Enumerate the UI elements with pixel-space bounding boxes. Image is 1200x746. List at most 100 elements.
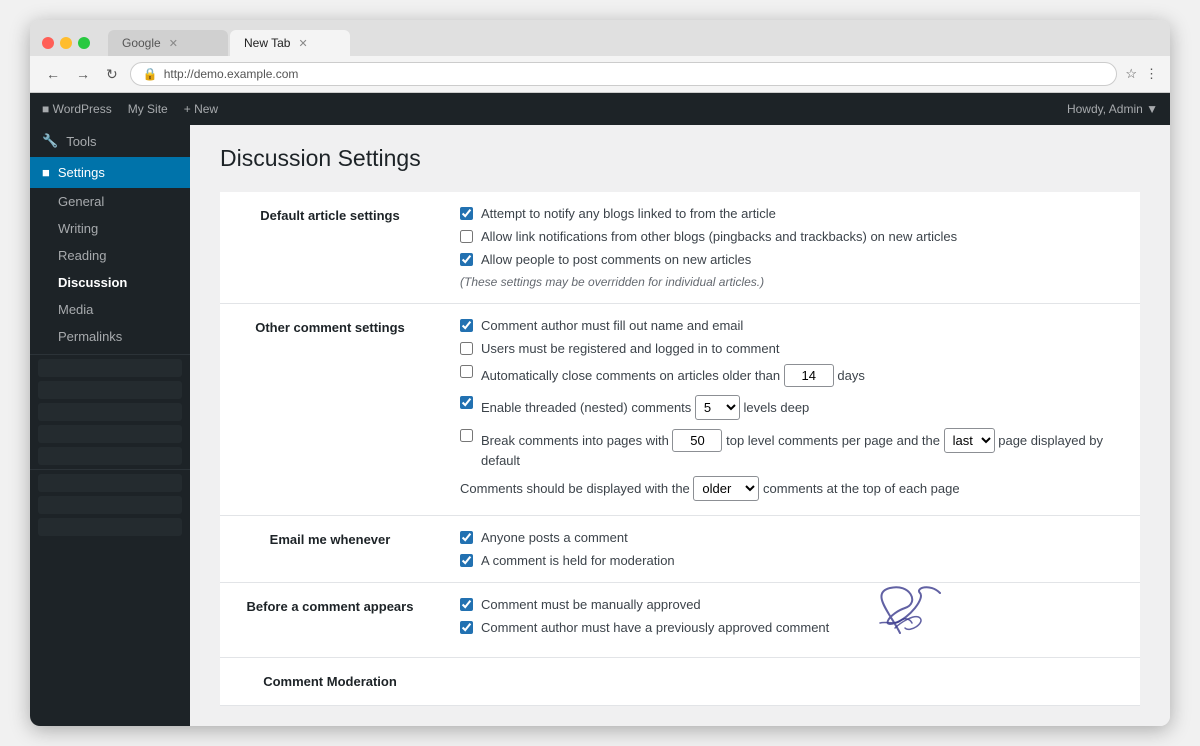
sidebar-item-settings[interactable]: ■ Settings: [30, 157, 190, 188]
checkbox-registered-users-input[interactable]: [460, 342, 473, 355]
checkbox-registered-users: Users must be registered and logged in t…: [460, 341, 1120, 356]
sidebar-sub-media[interactable]: Media: [30, 296, 190, 323]
sidebar-sub-general[interactable]: General: [30, 188, 190, 215]
tab-newtab[interactable]: New Tab ✕: [230, 30, 350, 56]
settings-table: Default article settings Attempt to noti…: [220, 192, 1140, 706]
sidebar-blurred-8: [38, 518, 182, 536]
checkbox-anyone-posts-input[interactable]: [460, 531, 473, 544]
checkbox-break-pages-label: Break comments into pages with top level…: [481, 428, 1120, 468]
bookmark-icon[interactable]: ☆: [1125, 66, 1137, 82]
comments-per-page-input[interactable]: [672, 429, 722, 452]
adminbar-account[interactable]: Howdy, Admin ▼: [1067, 102, 1158, 116]
checkbox-held-moderation-label: A comment is held for moderation: [481, 553, 675, 568]
checkbox-auto-close-label: Automatically close comments on articles…: [481, 364, 865, 387]
checkbox-author-name-email-label: Comment author must fill out name and em…: [481, 318, 743, 333]
section-before-comment: Before a comment appears Comment must be…: [220, 583, 1140, 658]
label-other-comment: Other comment settings: [220, 304, 440, 516]
adminbar-new[interactable]: + New: [184, 102, 218, 116]
checkbox-held-moderation: A comment is held for moderation: [460, 553, 1120, 568]
address-text: http://demo.example.com: [164, 67, 299, 81]
reload-button[interactable]: ↻: [102, 64, 122, 85]
content-default-article: Attempt to notify any blogs linked to fr…: [440, 192, 1140, 304]
auto-close-days-input[interactable]: [784, 364, 834, 387]
sidebar-sub-discussion[interactable]: Discussion: [30, 269, 190, 296]
threaded-level-select[interactable]: 12345 678910: [695, 395, 740, 420]
wp-wrapper: 🔧 Tools ■ Settings General Writing Readi…: [30, 125, 1170, 726]
content-other-comment: Comment author must fill out name and em…: [440, 304, 1140, 516]
browser-toolbar: ← → ↻ 🔒 http://demo.example.com ☆ ⋮: [30, 56, 1170, 93]
checkbox-threaded: Enable threaded (nested) comments 12345 …: [460, 395, 1120, 420]
checkbox-author-name-email-input[interactable]: [460, 319, 473, 332]
forward-button[interactable]: →: [72, 64, 94, 84]
display-order-row: Comments should be displayed with the ol…: [460, 476, 1120, 501]
adminbar-wp[interactable]: ■ WordPress: [42, 102, 112, 116]
display-order-label: Comments should be displayed with the ol…: [460, 476, 960, 501]
checkbox-allow-comments: Allow people to post comments on new art…: [460, 252, 1120, 267]
label-comment-moderation: Comment Moderation: [220, 658, 440, 706]
checkbox-pingbacks-label: Allow link notifications from other blog…: [481, 229, 957, 244]
section-default-article: Default article settings Attempt to noti…: [220, 192, 1140, 304]
tab-google[interactable]: Google ✕: [108, 30, 228, 56]
checkbox-auto-close-input[interactable]: [460, 365, 473, 378]
tab-label-newtab: New Tab: [244, 36, 290, 50]
back-button[interactable]: ←: [42, 64, 64, 84]
toolbar-right: ☆ ⋮: [1125, 66, 1158, 82]
article-settings-note: (These settings may be overridden for in…: [460, 275, 1120, 289]
sidebar-tools-label: Tools: [66, 134, 96, 149]
content-email-whenever: Anyone posts a comment A comment is held…: [440, 516, 1140, 583]
checkbox-manually-approved-label: Comment must be manually approved: [481, 597, 701, 612]
browser-titlebar: Google ✕ New Tab ✕: [30, 20, 1170, 56]
checkbox-threaded-input[interactable]: [460, 396, 473, 409]
tab-close-newtab[interactable]: ✕: [298, 37, 307, 50]
checkbox-previously-approved-label: Comment author must have a previously ap…: [481, 620, 829, 635]
display-order-select[interactable]: oldernewer: [693, 476, 759, 501]
sidebar-sub-writing[interactable]: Writing: [30, 215, 190, 242]
minimize-button[interactable]: [60, 37, 72, 49]
checkbox-manually-approved: Comment must be manually approved: [460, 597, 1120, 612]
section-email-whenever: Email me whenever Anyone posts a comment…: [220, 516, 1140, 583]
page-title: Discussion Settings: [220, 145, 1140, 172]
label-email-whenever: Email me whenever: [220, 516, 440, 583]
close-button[interactable]: [42, 37, 54, 49]
checkbox-registered-users-label: Users must be registered and logged in t…: [481, 341, 779, 356]
address-bar[interactable]: 🔒 http://demo.example.com: [130, 62, 1118, 86]
tab-close-google[interactable]: ✕: [169, 37, 178, 50]
checkbox-pingbacks: Allow link notifications from other blog…: [460, 229, 1120, 244]
content-comment-moderation: [440, 658, 1140, 706]
sidebar-divider-2: [30, 469, 190, 470]
checkbox-notify-blogs: Attempt to notify any blogs linked to fr…: [460, 206, 1120, 221]
lock-icon: 🔒: [143, 67, 158, 81]
sidebar-blurred-1: [38, 359, 182, 377]
browser-controls: [42, 37, 90, 49]
sidebar-blurred-2: [38, 381, 182, 399]
page-order-select[interactable]: firstlast: [944, 428, 995, 453]
maximize-button[interactable]: [78, 37, 90, 49]
checkbox-held-moderation-input[interactable]: [460, 554, 473, 567]
checkbox-anyone-posts: Anyone posts a comment: [460, 530, 1120, 545]
tabs-bar: Google ✕ New Tab ✕: [108, 30, 350, 56]
sidebar-blurred-5: [38, 447, 182, 465]
checkbox-allow-comments-input[interactable]: [460, 253, 473, 266]
menu-icon[interactable]: ⋮: [1145, 66, 1158, 82]
checkbox-allow-comments-label: Allow people to post comments on new art…: [481, 252, 751, 267]
checkbox-previously-approved-input[interactable]: [460, 621, 473, 634]
content-area: Discussion Settings Default article sett…: [190, 125, 1170, 726]
sidebar-sub-reading[interactable]: Reading: [30, 242, 190, 269]
sidebar-item-tools[interactable]: 🔧 Tools: [30, 125, 190, 157]
wrench-icon: 🔧: [42, 133, 58, 149]
sidebar-divider: [30, 354, 190, 355]
adminbar-site[interactable]: My Site: [128, 102, 168, 116]
checkbox-pingbacks-input[interactable]: [460, 230, 473, 243]
sidebar-sub-permalinks[interactable]: Permalinks: [30, 323, 190, 350]
checkbox-break-pages-input[interactable]: [460, 429, 473, 442]
checkbox-notify-blogs-input[interactable]: [460, 207, 473, 220]
sidebar-blurred-4: [38, 425, 182, 443]
checkbox-manually-approved-input[interactable]: [460, 598, 473, 611]
sidebar-blurred-7: [38, 496, 182, 514]
sidebar: 🔧 Tools ■ Settings General Writing Readi…: [30, 125, 190, 726]
sidebar-blurred-6: [38, 474, 182, 492]
sidebar-blurred-3: [38, 403, 182, 421]
wp-admin-bar: ■ WordPress My Site + New Howdy, Admin ▼: [30, 93, 1170, 125]
sidebar-settings-label: Settings: [58, 165, 105, 180]
content-before-comment: Comment must be manually approved Commen…: [440, 583, 1140, 658]
